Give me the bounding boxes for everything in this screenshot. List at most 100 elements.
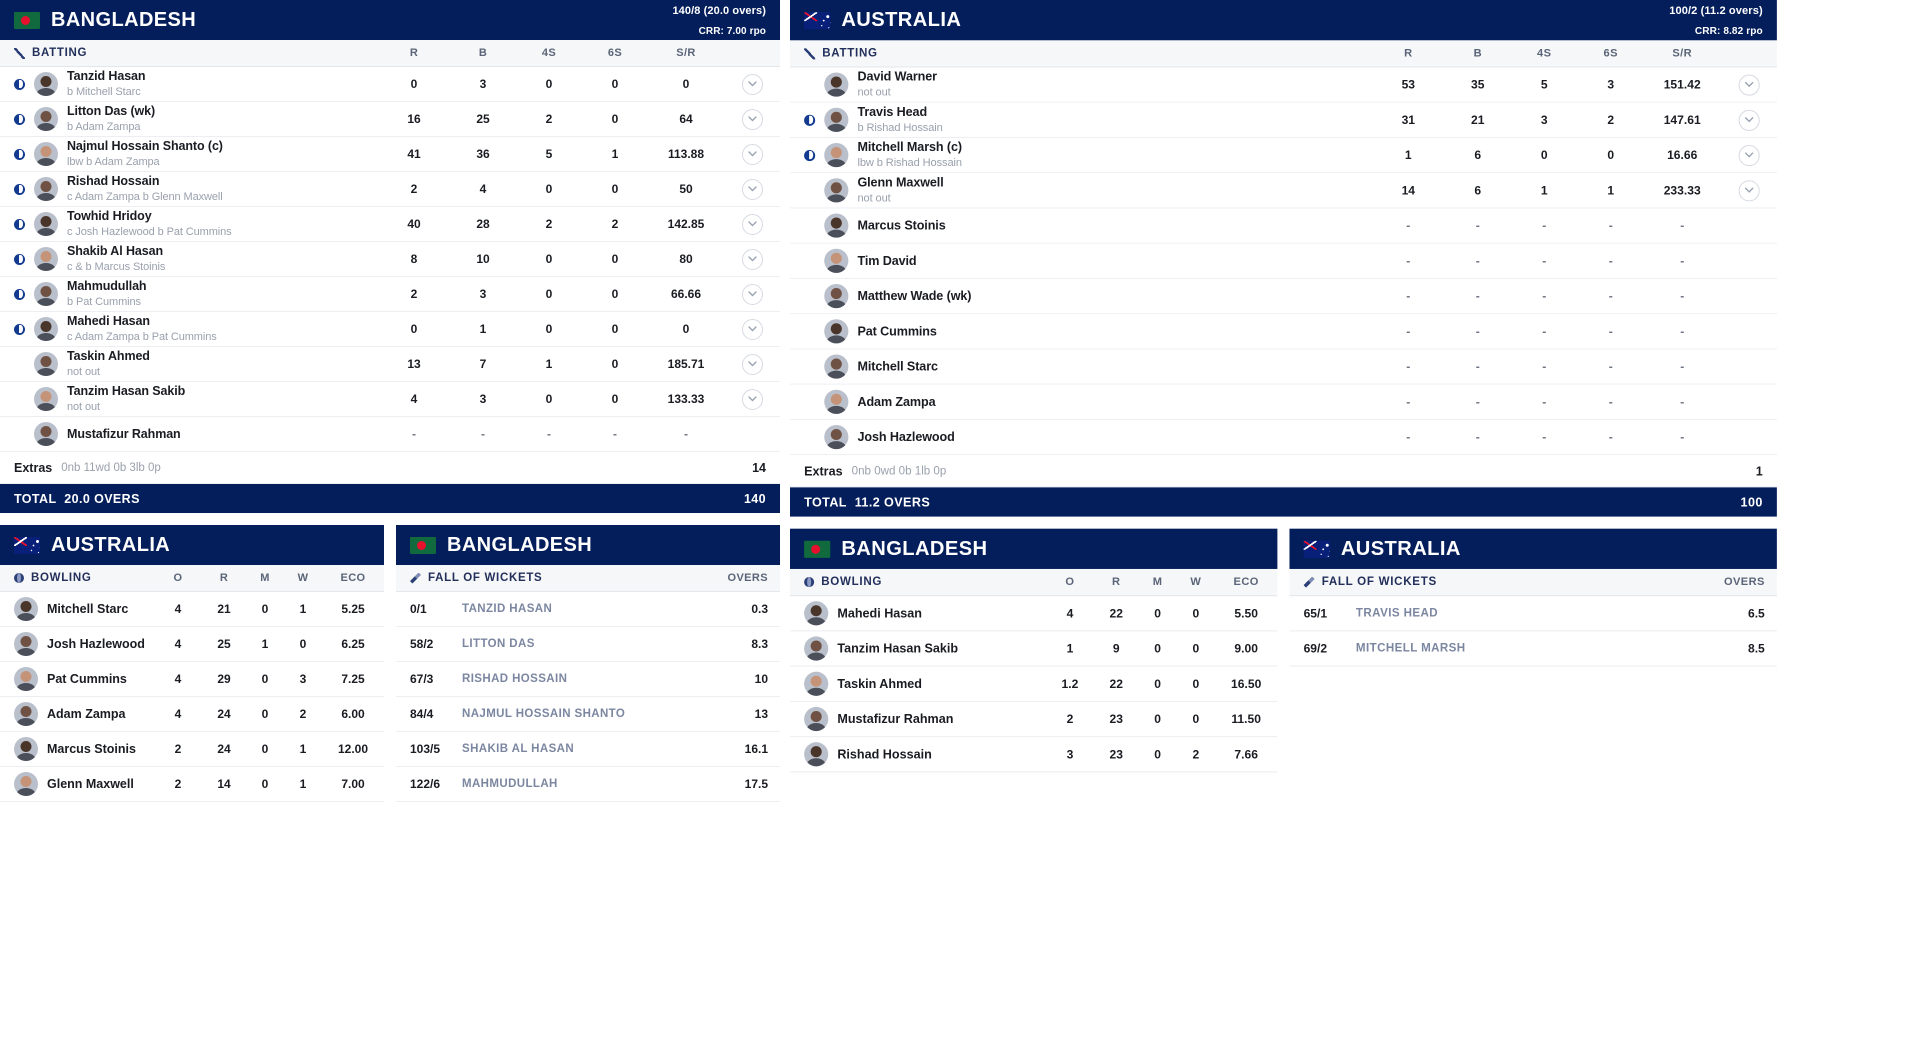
- left-fow-list: 0/1 TANZID HASAN 0.3 58/2 LITTON DAS 8.3…: [396, 592, 780, 802]
- table-row[interactable]: Tim David - - - - -: [790, 243, 1777, 279]
- expand-player-button[interactable]: [741, 73, 763, 95]
- table-row[interactable]: Marcus Stoinis - - - - -: [790, 208, 1777, 244]
- table-row[interactable]: Mustafizur Rahman - - - - -: [0, 417, 780, 452]
- stat-balls: -: [1475, 359, 1480, 374]
- expand-player-button[interactable]: [741, 143, 763, 165]
- stat-sixes: 0: [611, 252, 619, 266]
- player-avatar: [34, 317, 58, 341]
- expand-player-button[interactable]: [741, 318, 763, 340]
- stat-runs: 0: [410, 77, 418, 91]
- table-row[interactable]: 103/5 SHAKIB AL HASAN 16.1: [396, 732, 780, 767]
- table-row[interactable]: Glenn Maxwell not out 14 6 1 1 233.33: [790, 173, 1777, 209]
- table-row[interactable]: Marcus Stoinis 2 24 0 1 12.00: [0, 732, 384, 767]
- table-row[interactable]: Pat Cummins - - - - -: [790, 314, 1777, 350]
- table-row[interactable]: Mahedi Hasan 4 22 0 0 5.50: [790, 596, 1278, 632]
- table-row[interactable]: Litton Das (wk) b Adam Zampa 16 25 2 0 6…: [0, 102, 780, 137]
- fow-over: 8.3: [751, 637, 768, 651]
- col-header-bruns: R: [1112, 576, 1121, 589]
- expand-player-button[interactable]: [741, 353, 763, 375]
- player-avatar: [14, 702, 38, 726]
- expand-player-button[interactable]: [741, 283, 763, 305]
- stat-sixes: -: [613, 427, 617, 441]
- player-name: Mitchell Marsh (c): [857, 140, 962, 155]
- expand-player-button[interactable]: [741, 248, 763, 270]
- stat-fours: 0: [545, 252, 553, 266]
- table-row[interactable]: Tanzim Hasan Sakib 1 9 0 0 9.00: [790, 631, 1278, 667]
- table-row[interactable]: Josh Hazlewood 4 25 1 0 6.25: [0, 627, 384, 662]
- expand-player-button[interactable]: [1738, 179, 1760, 201]
- left-bowling-list: Mitchell Starc 4 21 0 1 5.25 Josh Hazlew…: [0, 592, 384, 802]
- table-row[interactable]: Glenn Maxwell 2 14 0 1 7.00: [0, 767, 384, 802]
- expand-player-button[interactable]: [1738, 109, 1760, 131]
- table-row[interactable]: Mitchell Starc - - - - -: [790, 349, 1777, 385]
- table-row[interactable]: Adam Zampa - - - - -: [790, 384, 1777, 420]
- table-row[interactable]: Najmul Hossain Shanto (c) lbw b Adam Zam…: [0, 137, 780, 172]
- right-fow-team-name: AUSTRALIA: [1340, 537, 1461, 560]
- player-name: Pat Cummins: [857, 324, 937, 339]
- right-extras-detail: 0nb 0wd 0b 1lb 0p: [851, 464, 947, 477]
- player-info: Mahedi Hasan c Adam Zampa b Pat Cummins: [67, 314, 378, 344]
- stat-overs: 2: [1066, 711, 1074, 727]
- table-row[interactable]: 67/3 RISHAD HOSSAIN 10: [396, 662, 780, 697]
- right-fow-list: 65/1 TRAVIS HEAD 6.5 69/2 MITCHELL MARSH…: [1289, 596, 1777, 667]
- stat-maidens: 0: [261, 777, 269, 791]
- expand-player-button[interactable]: [741, 388, 763, 410]
- player-name: Taskin Ahmed: [837, 676, 922, 691]
- table-row[interactable]: 122/6 MAHMUDULLAH 17.5: [396, 767, 780, 802]
- fow-player-name: TANZID HASAN: [462, 603, 553, 615]
- fow-over: 17.5: [744, 777, 768, 791]
- expand-player-button[interactable]: [741, 178, 763, 200]
- table-row[interactable]: Mitchell Starc 4 21 0 1 5.25: [0, 592, 384, 627]
- expand-player-button[interactable]: [1738, 144, 1760, 166]
- table-row[interactable]: Travis Head b Rishad Hossain 31 21 3 2 1…: [790, 102, 1777, 138]
- stat-balls: 28: [476, 217, 490, 231]
- player-name: Litton Das (wk): [67, 104, 156, 119]
- expand-player-button[interactable]: [741, 108, 763, 130]
- table-row[interactable]: Josh Hazlewood - - - - -: [790, 419, 1777, 456]
- expand-player-button[interactable]: [1738, 74, 1760, 96]
- col-header-fours: 4S: [541, 47, 557, 59]
- stat-runs: -: [1406, 218, 1411, 233]
- stat-economy: 12.00: [337, 742, 369, 756]
- col-header-bruns: R: [219, 572, 229, 584]
- player-name: Josh Hazlewood: [857, 429, 955, 444]
- table-row[interactable]: Rishad Hossain 3 23 0 2 7.66: [790, 737, 1278, 773]
- left-fow-banner: BANGLADESH: [396, 525, 780, 565]
- dismissal-text: b Rishad Hossain: [857, 121, 943, 134]
- table-row[interactable]: 58/2 LITTON DAS 8.3: [396, 627, 780, 662]
- player-name: Tanzim Hasan Sakib: [837, 641, 959, 656]
- table-row[interactable]: Taskin Ahmed not out 13 7 1 0 185.71: [0, 347, 780, 382]
- table-row[interactable]: Mahmudullah b Pat Cummins 2 3 0 0 66.66: [0, 277, 780, 312]
- table-row[interactable]: Mahedi Hasan c Adam Zampa b Pat Cummins …: [0, 312, 780, 347]
- table-row[interactable]: 0/1 TANZID HASAN 0.3: [396, 592, 780, 627]
- wicket-indicator-icon: [14, 148, 25, 160]
- table-row[interactable]: 65/1 TRAVIS HEAD 6.5: [1289, 596, 1777, 632]
- table-row[interactable]: Taskin Ahmed 1.2 22 0 0 16.50: [790, 667, 1278, 702]
- table-row[interactable]: 84/4 NAJMUL HOSSAIN SHANTO 13: [396, 697, 780, 732]
- table-row[interactable]: David Warner not out 53 35 5 3 151.42: [790, 67, 1777, 103]
- table-row[interactable]: Mitchell Marsh (c) lbw b Rishad Hossain …: [790, 137, 1777, 174]
- stat-economy: 16.50: [1231, 676, 1262, 691]
- stat-strikerate: 80: [679, 252, 693, 266]
- left-extras-label: Extras: [14, 460, 53, 475]
- player-info: Litton Das (wk) b Adam Zampa: [67, 104, 378, 134]
- stat-balls: 3: [479, 392, 487, 406]
- dismissal-text: c Adam Zampa b Glenn Maxwell: [67, 190, 223, 203]
- table-row[interactable]: Towhid Hridoy c Josh Hazlewood b Pat Cum…: [0, 207, 780, 242]
- table-row[interactable]: Matthew Wade (wk) - - - - -: [790, 278, 1777, 315]
- stat-economy: 6.25: [341, 637, 365, 651]
- col-header-maidens: M: [260, 572, 270, 584]
- table-row[interactable]: Rishad Hossain c Adam Zampa b Glenn Maxw…: [0, 172, 780, 207]
- table-row[interactable]: Tanzid Hasan b Mitchell Starc 0 3 0 0 0: [0, 67, 780, 102]
- table-row[interactable]: Mustafizur Rahman 2 23 0 0 11.50: [790, 702, 1278, 738]
- stat-economy: 7.00: [341, 777, 365, 791]
- australia-flag-icon: [1303, 540, 1330, 558]
- stat-wickets: 0: [1192, 711, 1200, 727]
- table-row[interactable]: Tanzim Hasan Sakib not out 4 3 0 0 133.3…: [0, 382, 780, 417]
- table-row[interactable]: Shakib Al Hasan c & b Marcus Stoinis 8 1…: [0, 242, 780, 277]
- table-row[interactable]: 69/2 MITCHELL MARSH 8.5: [1289, 631, 1777, 667]
- table-row[interactable]: Adam Zampa 4 24 0 2 6.00: [0, 697, 384, 732]
- expand-player-button[interactable]: [741, 213, 763, 235]
- table-row[interactable]: Pat Cummins 4 29 0 3 7.25: [0, 662, 384, 697]
- stat-runs: 16: [407, 112, 421, 126]
